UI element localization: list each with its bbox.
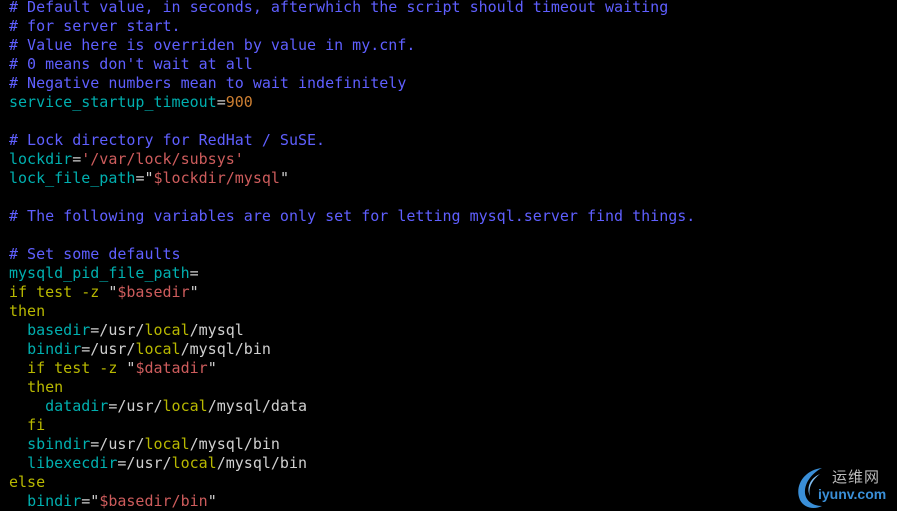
site-watermark: 运维网 iyunv.com	[792, 462, 897, 511]
code-line[interactable]: bindir="$basedir/bin"	[9, 492, 695, 511]
code-token-var: basedir	[27, 321, 91, 339]
code-token-comment: # Set some defaults	[9, 245, 181, 263]
code-line[interactable]: libexecdir=/usr/local/mysql/bin	[9, 454, 695, 473]
code-token-kw: local	[144, 321, 190, 339]
code-token-op: =/usr/	[81, 340, 136, 358]
code-token-str: $basedir/bin	[99, 492, 208, 510]
code-line[interactable]: if test -z "$basedir"	[9, 283, 695, 302]
code-token-var: lockdir	[9, 150, 73, 168]
code-token-op: =/usr/	[117, 454, 172, 472]
code-token-plain: /mysql/data	[207, 397, 308, 415]
code-line[interactable]: bindir=/usr/local/mysql/bin	[9, 340, 695, 359]
code-line[interactable]: basedir=/usr/local/mysql	[9, 321, 695, 340]
terminal-window[interactable]: # Default value, in seconds, afterwhich …	[0, 0, 897, 511]
watermark-chinese-text: 运维网	[832, 468, 881, 486]
code-line[interactable]: # The following variables are only set f…	[9, 207, 695, 226]
code-token-var: bindir	[27, 492, 82, 510]
code-token-var: libexecdir	[27, 454, 118, 472]
code-token-plain: /mysql/bin	[180, 340, 271, 358]
code-token-kw: if test -z	[9, 283, 109, 301]
code-token-kw: then	[9, 302, 46, 320]
code-line[interactable]: # Default value, in seconds, afterwhich …	[9, 0, 695, 17]
code-line[interactable]: lockdir='/var/lock/subsys'	[9, 150, 695, 169]
code-token-plain: /mysql/bin	[189, 435, 280, 453]
code-line[interactable]	[9, 112, 695, 131]
code-token-var: mysqld_pid_file_path	[9, 264, 190, 282]
code-token-kw: else	[9, 473, 46, 491]
code-line[interactable]: if test -z "$datadir"	[9, 359, 695, 378]
code-line[interactable]: datadir=/usr/local/mysql/data	[9, 397, 695, 416]
code-token-op: =/usr/	[108, 397, 163, 415]
code-token-quote: "	[90, 492, 100, 510]
code-token-comment: # Negative numbers mean to wait indefini…	[9, 74, 407, 92]
code-token-str: '/var/lock/subsys'	[81, 150, 244, 168]
code-line[interactable]: mysqld_pid_file_path=	[9, 264, 695, 283]
code-token-op: =	[216, 93, 226, 111]
code-token-comment: # Default value, in seconds, afterwhich …	[9, 0, 669, 16]
code-token-var: sbindir	[27, 435, 91, 453]
code-line[interactable]: then	[9, 302, 695, 321]
code-line[interactable]: service_startup_timeout=900	[9, 93, 695, 112]
code-token-str: $lockdir/mysql	[153, 169, 280, 187]
code-token-comment: # for server start.	[9, 17, 181, 35]
code-token-kw: then	[27, 378, 64, 396]
code-line[interactable]: # Set some defaults	[9, 245, 695, 264]
code-token-comment: # Value here is overriden by value in my…	[9, 36, 416, 54]
code-token-kw: if test -z	[27, 359, 127, 377]
code-token-quote: "	[207, 492, 217, 510]
code-line[interactable]: else	[9, 473, 695, 492]
code-line[interactable]	[9, 188, 695, 207]
code-token-str: $datadir	[135, 359, 208, 377]
code-line[interactable]: then	[9, 378, 695, 397]
code-line[interactable]: # Lock directory for RedHat / SuSE.	[9, 131, 695, 150]
code-token-op: =	[81, 492, 91, 510]
code-token-kw: local	[171, 454, 217, 472]
code-token-comment: # 0 means don't wait at all	[9, 55, 253, 73]
code-token-var: service_startup_timeout	[9, 93, 217, 111]
code-line[interactable]: sbindir=/usr/local/mysql/bin	[9, 435, 695, 454]
code-token-op: =/usr/	[90, 435, 145, 453]
code-token-str: $basedir	[117, 283, 190, 301]
code-token-comment: # The following variables are only set f…	[9, 207, 696, 225]
code-token-plain: /mysql/bin	[216, 454, 308, 472]
code-line[interactable]: fi	[9, 416, 695, 435]
code-line[interactable]: lock_file_path="$lockdir/mysql"	[9, 169, 695, 188]
watermark-domain-text: iyunv.com	[818, 486, 887, 502]
code-token-op: =	[72, 150, 82, 168]
code-token-plain: /mysql	[189, 321, 244, 339]
code-token-num: 900	[225, 93, 253, 111]
code-token-var: datadir	[45, 397, 109, 415]
code-token-kw: local	[162, 397, 208, 415]
code-token-kw: local	[135, 340, 181, 358]
code-line[interactable]: # for server start.	[9, 17, 695, 36]
code-line[interactable]	[9, 226, 695, 245]
code-token-quote: "	[279, 169, 289, 187]
code-line[interactable]: # 0 means don't wait at all	[9, 55, 695, 74]
code-line[interactable]: # Value here is overriden by value in my…	[9, 36, 695, 55]
code-token-var: bindir	[27, 340, 82, 358]
code-token-comment: # Lock directory for RedHat / SuSE.	[9, 131, 326, 149]
code-token-kw: fi	[27, 416, 46, 434]
code-token-var: lock_file_path	[9, 169, 136, 187]
code-token-kw: local	[144, 435, 190, 453]
code-line[interactable]: # Negative numbers mean to wait indefini…	[9, 74, 695, 93]
code-token-quote: "	[144, 169, 154, 187]
code-token-op: =	[189, 264, 199, 282]
code-token-op: =/usr/	[90, 321, 145, 339]
code-token-quote: "	[207, 359, 217, 377]
code-token-quote: "	[189, 283, 199, 301]
code-editor-text[interactable]: # Default value, in seconds, afterwhich …	[9, 0, 695, 511]
